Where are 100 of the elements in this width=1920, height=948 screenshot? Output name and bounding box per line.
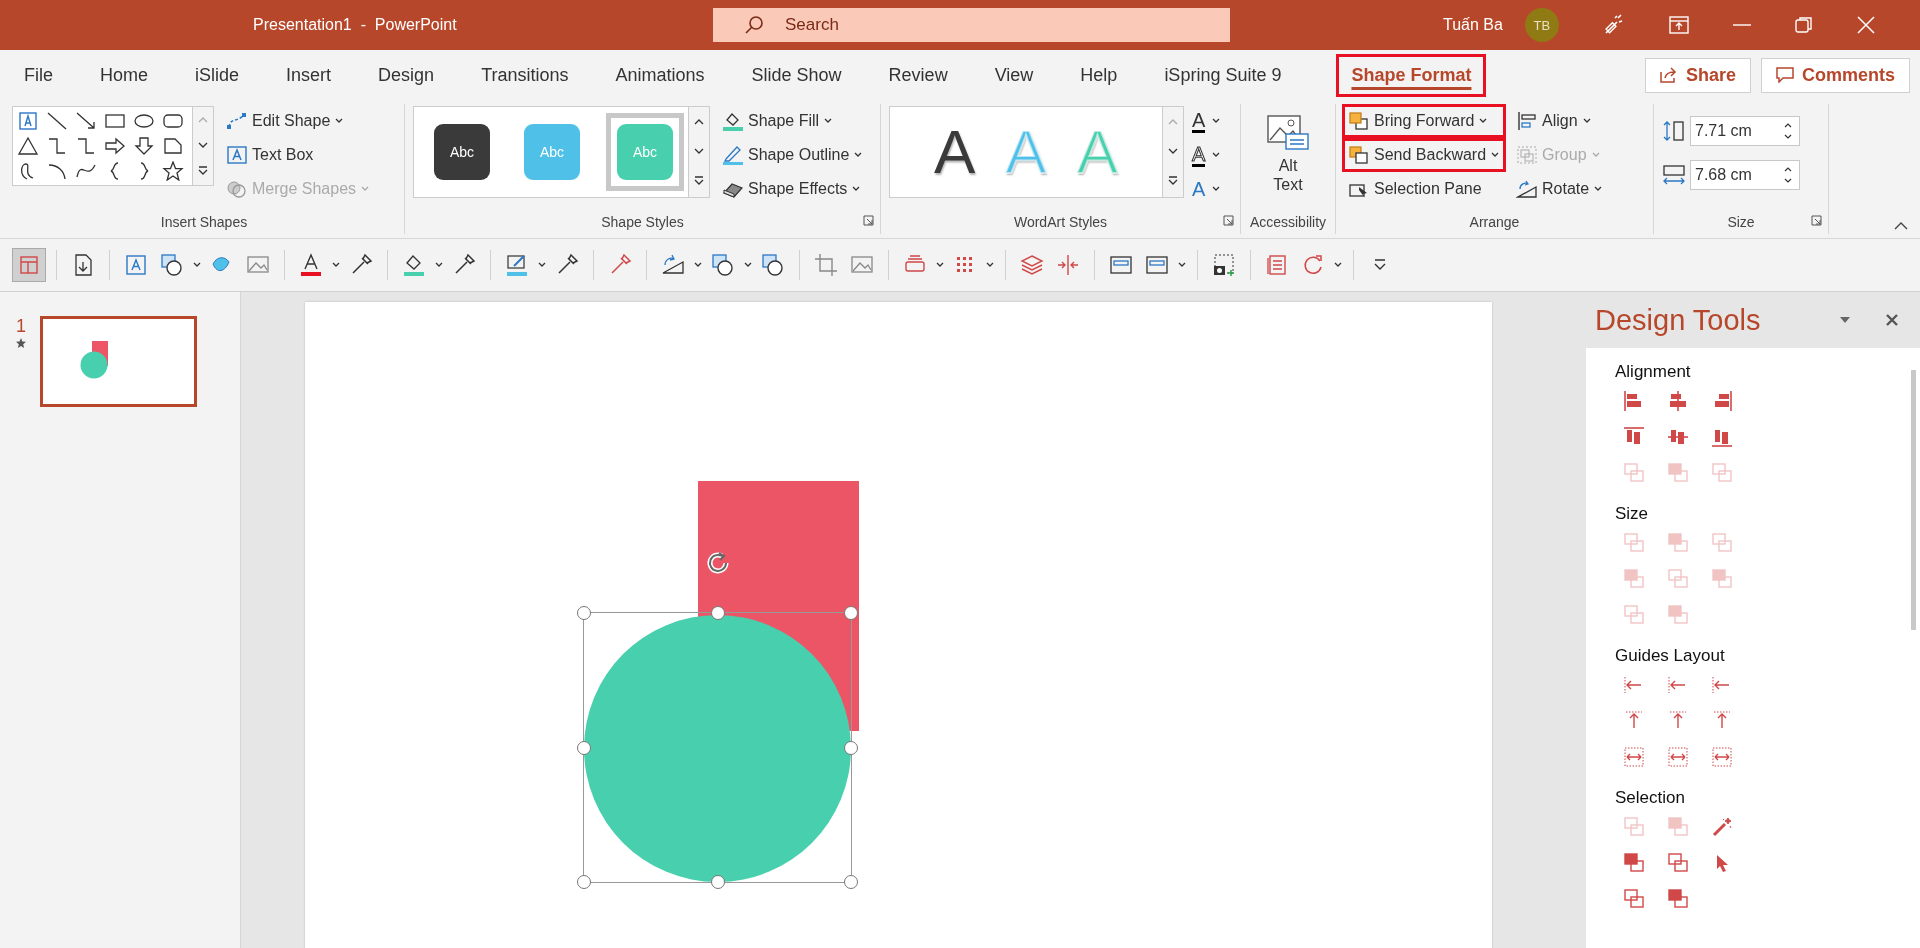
alt-text-button[interactable]: Alt Text: [1266, 106, 1310, 195]
slide-thumbnail[interactable]: [40, 316, 197, 407]
ribbon-button[interactable]: Align: [1512, 106, 1608, 136]
caret-icon[interactable]: [1177, 261, 1187, 269]
comments-button[interactable]: Comments: [1761, 57, 1910, 93]
snip-icon[interactable]: [162, 136, 184, 156]
ribbon-tab[interactable]: Help: [1080, 56, 1137, 94]
resize-handle[interactable]: [577, 875, 591, 889]
arrows-horizontal-icon[interactable]: [1623, 746, 1645, 768]
squares-icon[interactable]: [1623, 888, 1645, 910]
style-gallery[interactable]: Abc Abc Abc: [413, 106, 710, 198]
caret-icon[interactable]: [331, 261, 341, 269]
caret-icon[interactable]: [434, 261, 444, 269]
comment-icon: [1776, 67, 1794, 83]
text-box-icon[interactable]: [17, 111, 39, 131]
rotate-icon: [1516, 179, 1539, 199]
ribbon-tab[interactable]: Animations: [615, 56, 724, 94]
text-fill-button[interactable]: A: [1192, 106, 1222, 136]
text-effects-button[interactable]: A: [1192, 174, 1222, 204]
triangle-icon[interactable]: [17, 136, 39, 156]
align-center-icon[interactable]: [1667, 390, 1689, 412]
squares-icon[interactable]: [1623, 852, 1645, 874]
ribbon-tab[interactable]: Shape Format: [1336, 53, 1487, 97]
text-box-icon: [226, 145, 248, 165]
connector-icon[interactable]: [75, 136, 97, 156]
ribbon-display-icon[interactable]: [1668, 16, 1689, 34]
minimize-icon[interactable]: [1732, 24, 1751, 26]
group-label: Shape Styles: [601, 214, 684, 232]
align-left-icon: [1516, 111, 1539, 131]
star-icon[interactable]: [162, 161, 184, 181]
caret-icon[interactable]: [935, 261, 945, 269]
ellipse-icon[interactable]: [133, 111, 155, 131]
ribbon-tab[interactable]: Insert: [286, 56, 351, 94]
ribbon-button[interactable]: Shape Effects: [718, 174, 868, 204]
wordart-sample[interactable]: A: [933, 121, 976, 183]
restore-icon[interactable]: [1794, 16, 1813, 34]
rectangle-icon[interactable]: [104, 111, 126, 131]
ribbon-tab[interactable]: Home: [100, 56, 168, 94]
ribbon-button[interactable]: Text Box: [222, 140, 375, 170]
scroll-down-icon[interactable]: [1166, 146, 1180, 156]
section-title: Alignment: [1615, 362, 1692, 382]
share-button[interactable]: Share: [1644, 57, 1751, 93]
resize-handle[interactable]: [844, 875, 858, 889]
selection-frame[interactable]: [575, 550, 860, 891]
close-icon[interactable]: [1885, 313, 1899, 327]
ribbon-button[interactable]: Send Backward: [1344, 140, 1505, 170]
dropdown-icon[interactable]: [1839, 316, 1851, 324]
search-field[interactable]: Search: [713, 8, 1230, 42]
ribbon-tab[interactable]: File: [24, 56, 72, 94]
ribbon-button[interactable]: Selection Pane: [1344, 174, 1505, 204]
section-title: Guides Layout: [1615, 646, 1726, 666]
arrow-icon[interactable]: [75, 111, 97, 131]
ribbon-tab[interactable]: iSlide: [195, 56, 259, 94]
ribbon-button[interactable]: Shape Fill: [718, 106, 868, 136]
edit-shape-icon: [226, 111, 248, 131]
width-field[interactable]: 7.68 cm: [1690, 160, 1800, 190]
wand-icon[interactable]: [1602, 14, 1625, 36]
dialog-launcher-icon[interactable]: [1811, 215, 1822, 226]
shape-gallery[interactable]: [12, 106, 214, 186]
window-title: Presentation1 - PowerPoint: [253, 16, 458, 34]
ribbon-tab[interactable]: Design: [378, 56, 454, 94]
line-icon[interactable]: [46, 111, 68, 131]
ribbon-tab[interactable]: iSpring Suite 9: [1164, 56, 1301, 94]
caret-icon[interactable]: [1333, 261, 1343, 269]
height-field[interactable]: 7.71 cm: [1690, 116, 1800, 146]
caret-icon[interactable]: [192, 261, 202, 269]
scrollbar[interactable]: [1911, 370, 1916, 630]
rounded-rectangle-icon[interactable]: [162, 111, 184, 131]
arc-icon[interactable]: [46, 161, 68, 181]
resize-handle[interactable]: [577, 740, 591, 755]
caret-icon[interactable]: [537, 261, 547, 269]
dialog-launcher-icon[interactable]: [863, 215, 874, 226]
dialog-launcher-icon[interactable]: [1223, 215, 1234, 226]
ribbon-tab[interactable]: Transitions: [481, 56, 588, 94]
star-icon: [15, 337, 27, 349]
ribbon-button[interactable]: Rotate: [1512, 174, 1608, 204]
ribbon-button[interactable]: Bring Forward: [1344, 106, 1505, 136]
caret-icon[interactable]: [985, 261, 995, 269]
collapse-ribbon-icon[interactable]: [1894, 221, 1908, 230]
resize-handle[interactable]: [577, 606, 591, 620]
ribbon-button[interactable]: Edit Shape: [222, 106, 375, 136]
ribbon-tab[interactable]: Review: [888, 56, 967, 94]
caret-icon[interactable]: [743, 261, 753, 269]
circle-shape[interactable]: [584, 615, 851, 882]
ribbon-tab[interactable]: View: [994, 56, 1053, 94]
scroll-down-icon[interactable]: [692, 146, 706, 156]
pen-icon: [722, 145, 744, 165]
rotate-handle-icon[interactable]: [704, 550, 731, 576]
caret-icon: [334, 117, 345, 125]
layout-icon[interactable]: [12, 248, 46, 282]
ribbon-button[interactable]: Shape Outline: [718, 140, 868, 170]
scroll-down-icon[interactable]: [196, 140, 210, 150]
magic-wand-icon[interactable]: [1711, 816, 1733, 838]
caret-icon: [851, 185, 862, 193]
wordart-gallery[interactable]: A A A: [889, 106, 1184, 198]
ribbon-tab[interactable]: Slide Show: [751, 56, 861, 94]
connector-icon[interactable]: [46, 136, 68, 156]
squares-icon[interactable]: [1667, 888, 1689, 910]
squares-icon[interactable]: [1667, 852, 1689, 874]
caret-icon[interactable]: [693, 261, 703, 269]
